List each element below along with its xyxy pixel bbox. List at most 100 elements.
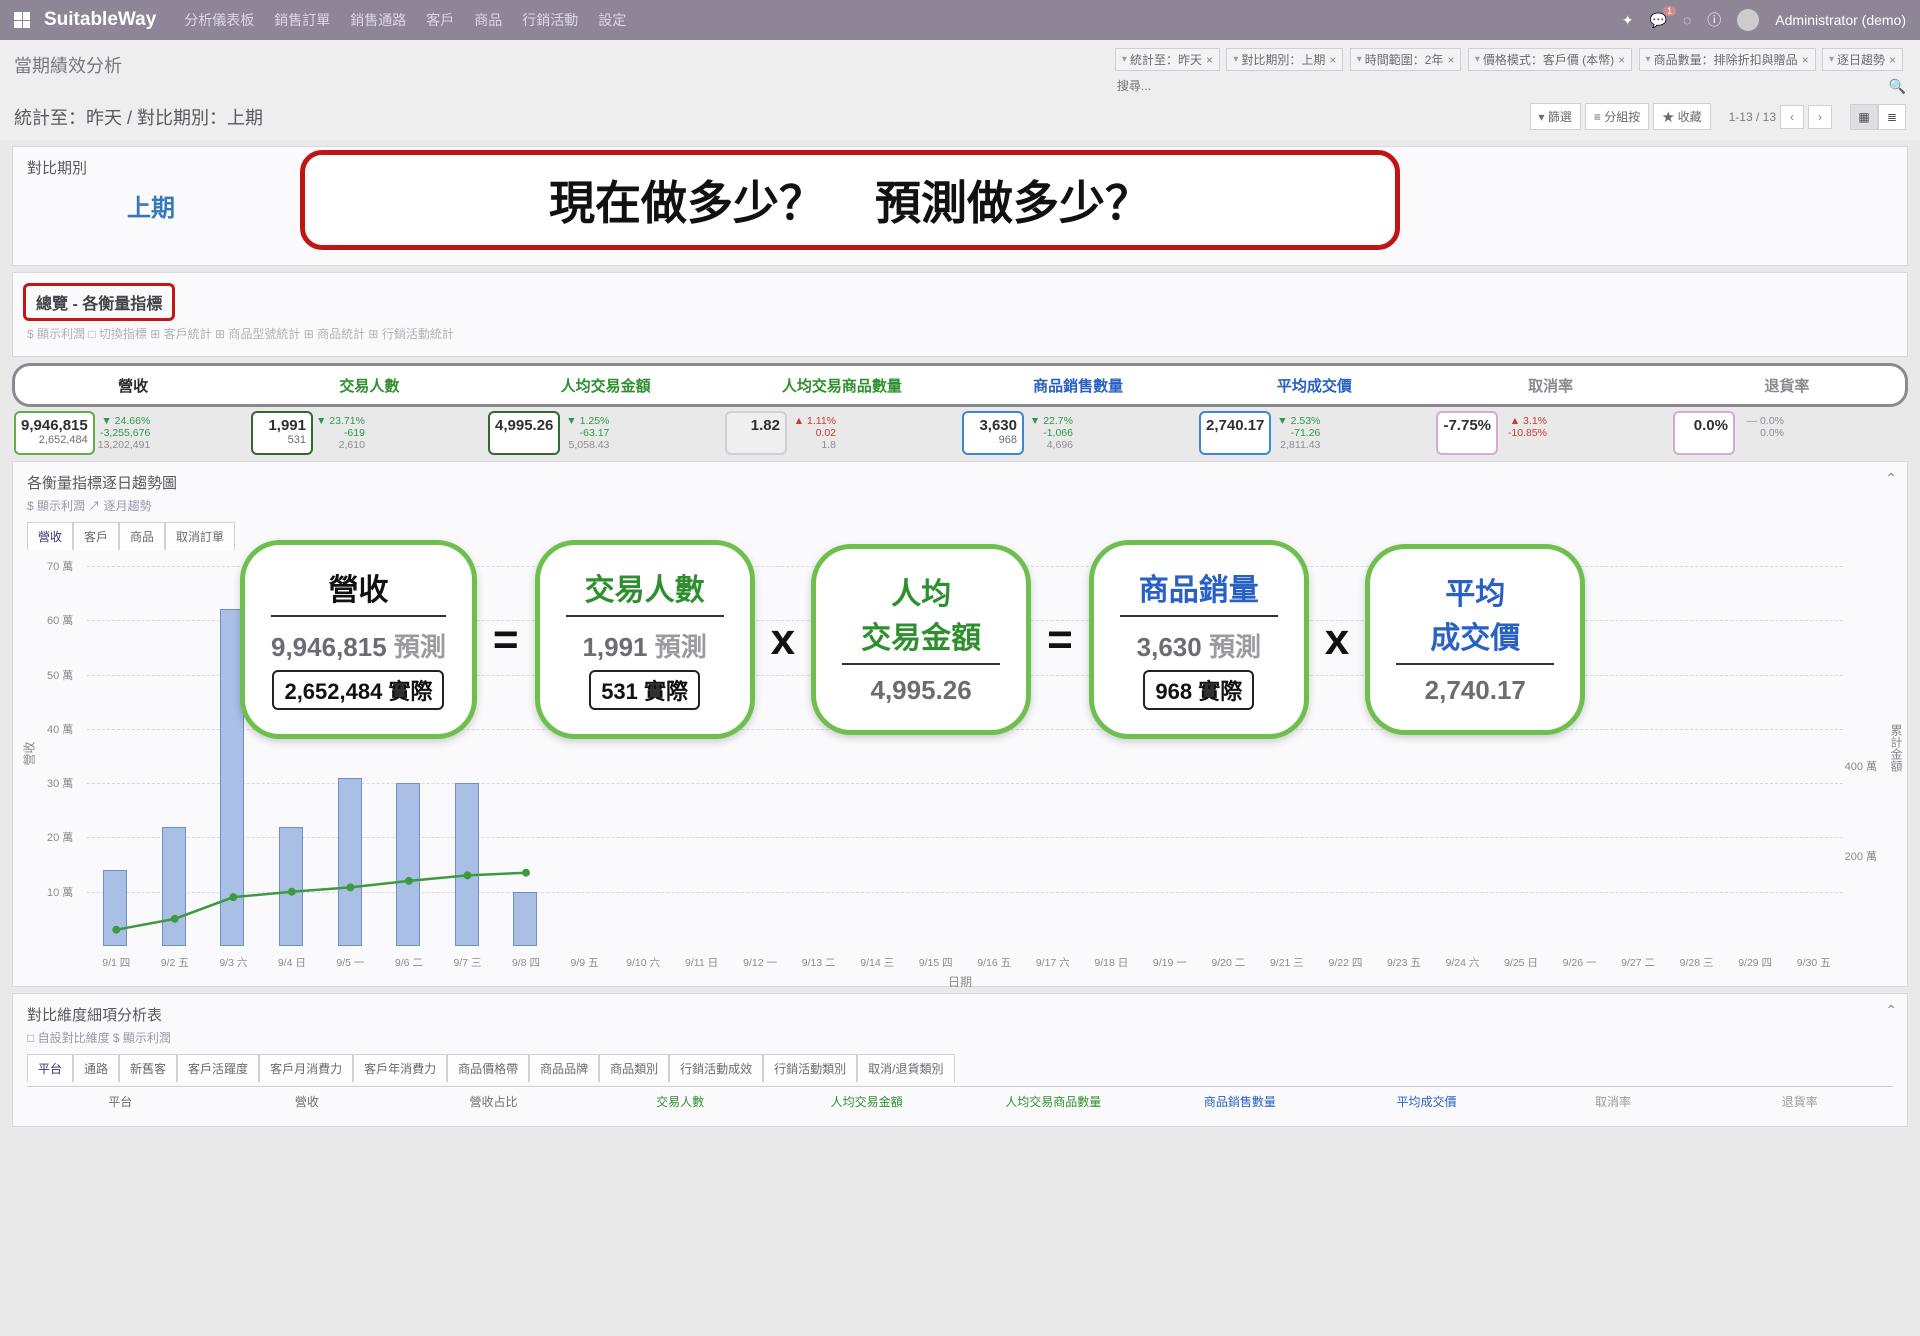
metric-delta: — 0.0%0.0%: [1735, 411, 1787, 455]
filter-tag[interactable]: ▾統計至：昨天×: [1115, 48, 1220, 71]
pager-text: 1-13 / 13: [1729, 110, 1776, 124]
detail-col[interactable]: 人均交易商品數量: [960, 1093, 1147, 1110]
brand: SuitableWay: [44, 9, 156, 31]
detail-title: 對比維度細項分析表: [27, 1004, 1893, 1025]
metric-header-cell: 交易人數: [251, 375, 487, 396]
detail-tab[interactable]: 取消/退貨類別: [857, 1054, 954, 1082]
menu-item[interactable]: 銷售通路: [350, 10, 406, 30]
main-menu: 分析儀表板 銷售訂單 銷售通路 客戶 商品 行銷活動 設定: [184, 10, 626, 30]
metric-header-cell: 人均交易商品數量: [724, 375, 960, 396]
detail-tabs: 平台通路新舊客客戶活躍度客戶月消費力客戶年消費力商品價格帶商品品牌商品類別行銷活…: [27, 1054, 1893, 1082]
metric-delta: ▼ 23.71%-6192,610: [313, 411, 368, 455]
search-icon[interactable]: 🔍: [1889, 78, 1906, 95]
metric-header-cell: 人均交易金額: [488, 375, 724, 396]
detail-col[interactable]: 平台: [27, 1093, 214, 1110]
collapse-icon[interactable]: ⌃: [1885, 470, 1897, 487]
tab-revenue[interactable]: 營收: [27, 522, 73, 550]
detail-panel: ⌃ 對比維度細項分析表 □ 自設對比維度 $ 顯示利潤 平台通路新舊客客戶活躍度…: [12, 993, 1908, 1127]
metric-card[interactable]: 2,740.17: [1199, 411, 1271, 455]
view-kanban-button[interactable]: ▦: [1850, 104, 1878, 130]
detail-col[interactable]: 人均交易金額: [773, 1093, 960, 1110]
filter-tags: ▾統計至：昨天× ▾對比期別：上期× ▾時間範圍：2年× ▾價格模式：客戶價 (…: [1115, 48, 1906, 95]
metric-card[interactable]: -7.75%: [1436, 411, 1498, 455]
detail-col[interactable]: 營收: [214, 1093, 401, 1110]
groupby-button[interactable]: ≡ 分組按: [1585, 103, 1649, 130]
metric-card[interactable]: 0.0%: [1673, 411, 1735, 455]
metric-card[interactable]: 4,995.26: [488, 411, 560, 455]
filter-tag[interactable]: ▾時間範圍：2年×: [1350, 48, 1462, 71]
user-name[interactable]: Administrator (demo): [1775, 12, 1906, 28]
detail-col[interactable]: 平均成交價: [1333, 1093, 1520, 1110]
banner-left: 現在做多少？: [549, 167, 825, 233]
detail-tab[interactable]: 通路: [73, 1054, 119, 1082]
metric-card[interactable]: 1,991531: [251, 411, 313, 455]
detail-opts: □ 自設對比維度 $ 顯示利潤: [27, 1029, 1893, 1046]
apps-icon[interactable]: [14, 12, 30, 28]
metric-card[interactable]: 3,630968: [962, 411, 1024, 455]
metric-header-cell: 商品銷售數量: [960, 375, 1196, 396]
search-input[interactable]: [1115, 77, 1375, 95]
metric-cards: 9,946,8152,652,484▼ 24.66%-3,255,67613,2…: [0, 407, 1920, 455]
filter-button[interactable]: ▾ 篩選: [1530, 103, 1581, 130]
detail-tab[interactable]: 平台: [27, 1054, 73, 1082]
detail-tab[interactable]: 新舊客: [119, 1054, 177, 1082]
detail-tab[interactable]: 商品品牌: [529, 1054, 599, 1082]
detail-tab[interactable]: 行銷活動類別: [763, 1054, 857, 1082]
detail-col[interactable]: 交易人數: [587, 1093, 774, 1110]
top-nav: SuitableWay 分析儀表板 銷售訂單 銷售通路 客戶 商品 行銷活動 設…: [0, 0, 1920, 40]
metric-delta: ▲ 3.1%-10.85%: [1498, 411, 1550, 455]
menu-item[interactable]: 分析儀表板: [184, 10, 254, 30]
trend-panel: ⌃ 各衡量指標逐日趨勢圖 $ 顯示利潤 ↗ 逐月趨勢 營收 客戶 商品 取消訂單…: [12, 461, 1908, 987]
metric-card[interactable]: 1.82: [725, 411, 787, 455]
metric-header-cell: 退貨率: [1669, 375, 1905, 396]
detail-tab[interactable]: 商品價格帶: [447, 1054, 529, 1082]
y-axis-label: 營收: [21, 741, 38, 765]
avatar[interactable]: [1737, 9, 1759, 31]
chart-bar: [279, 827, 303, 946]
detail-col[interactable]: 取消率: [1520, 1093, 1707, 1110]
activity-icon[interactable]: ◌: [1683, 12, 1691, 28]
menu-item[interactable]: 客戶: [426, 10, 454, 30]
metric-header-cell: 取消率: [1433, 375, 1669, 396]
metric-delta: ▼ 2.53%-71.262,811.43: [1271, 411, 1323, 455]
close-icon[interactable]: ×: [1206, 53, 1213, 67]
view-list-button[interactable]: ≣: [1878, 104, 1906, 130]
menu-item[interactable]: 行銷活動: [522, 10, 578, 30]
tab-product[interactable]: 商品: [119, 522, 165, 550]
breadcrumb-row: 統計至：昨天 / 對比期別：上期 ▾ 篩選 ≡ 分組按 ★ 收藏 1-13 / …: [0, 99, 1920, 140]
detail-tab[interactable]: 行銷活動成效: [669, 1054, 763, 1082]
prev-button[interactable]: ‹: [1780, 105, 1804, 129]
tab-cancel[interactable]: 取消訂單: [165, 522, 235, 550]
detail-col[interactable]: 退貨率: [1706, 1093, 1893, 1110]
detail-tab[interactable]: 客戶月消費力: [259, 1054, 353, 1082]
help-icon[interactable]: ⓘ: [1707, 10, 1721, 30]
detail-col[interactable]: 營收占比: [400, 1093, 587, 1110]
breadcrumb: 統計至：昨天 / 對比期別：上期: [14, 104, 263, 130]
metric-delta: ▲ 1.11%0.021.8: [787, 411, 839, 455]
gift-icon[interactable]: ✦: [1622, 12, 1634, 29]
filter-tag[interactable]: ▾對比期別：上期×: [1226, 48, 1343, 71]
annotation-banner: 現在做多少？ 預測做多少？: [300, 150, 1400, 250]
menu-item[interactable]: 銷售訂單: [274, 10, 330, 30]
metric-delta: ▼ 24.66%-3,255,67613,202,491: [95, 411, 154, 455]
menu-item[interactable]: 商品: [474, 10, 502, 30]
metric-card[interactable]: 9,946,8152,652,484: [14, 411, 95, 455]
messages-icon[interactable]: 💬1: [1650, 12, 1667, 29]
favorite-button[interactable]: ★ 收藏: [1653, 103, 1710, 130]
metric-header: 營收交易人數人均交易金額人均交易商品數量商品銷售數量平均成交價取消率退貨率: [12, 363, 1908, 407]
chart-bar: [162, 827, 186, 946]
filter-tag[interactable]: ▾逐日趨勢×: [1822, 48, 1903, 71]
next-button[interactable]: ›: [1808, 105, 1832, 129]
detail-tab[interactable]: 商品類別: [599, 1054, 669, 1082]
chart-bar: [338, 778, 362, 946]
menu-item[interactable]: 設定: [598, 10, 626, 30]
tab-customer[interactable]: 客戶: [73, 522, 119, 550]
filter-tag[interactable]: ▾價格模式：客戶價 (本幣)×: [1468, 48, 1632, 71]
filter-tag[interactable]: ▾商品數量：排除折扣與贈品×: [1639, 48, 1816, 71]
detail-tab[interactable]: 客戶年消費力: [353, 1054, 447, 1082]
chart-bar: [455, 783, 479, 946]
collapse-icon[interactable]: ⌃: [1885, 1002, 1897, 1019]
detail-tab[interactable]: 客戶活躍度: [177, 1054, 259, 1082]
detail-col[interactable]: 商品銷售數量: [1147, 1093, 1334, 1110]
metric-delta: ▼ 1.25%-63.175,058.43: [560, 411, 612, 455]
